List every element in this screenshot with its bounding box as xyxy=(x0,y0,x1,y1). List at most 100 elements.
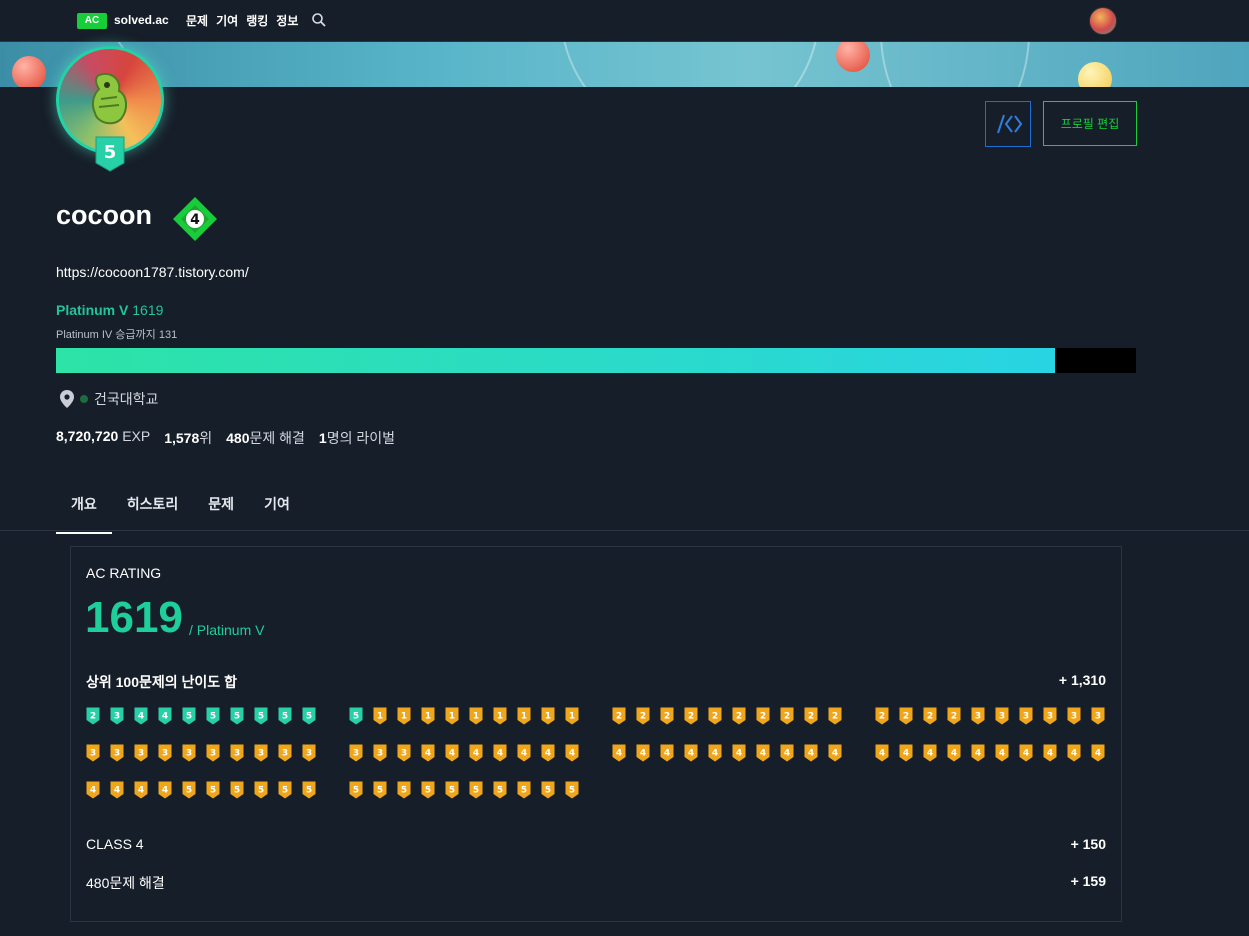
level-badge[interactable]: 2 xyxy=(947,707,961,725)
level-badge[interactable]: 4 xyxy=(110,781,124,799)
level-badge[interactable]: 2 xyxy=(804,707,818,725)
level-badge[interactable]: 4 xyxy=(660,744,674,762)
nav-link-problems[interactable]: 문제 xyxy=(186,12,208,29)
level-badge[interactable]: 3 xyxy=(110,707,124,725)
level-badge[interactable]: 4 xyxy=(493,744,507,762)
level-badge[interactable]: 3 xyxy=(86,744,100,762)
level-badge[interactable]: 3 xyxy=(182,744,196,762)
level-badge[interactable]: 1 xyxy=(517,707,531,725)
level-badge[interactable]: 4 xyxy=(971,744,985,762)
level-badge[interactable]: 1 xyxy=(541,707,555,725)
stat-rivals[interactable]: 1명의 라이벌 xyxy=(319,428,395,448)
level-badge[interactable]: 2 xyxy=(828,707,842,725)
level-badge[interactable]: 4 xyxy=(134,781,148,799)
level-badge[interactable]: 2 xyxy=(899,707,913,725)
level-badge[interactable]: 4 xyxy=(421,744,435,762)
level-badge[interactable]: 3 xyxy=(158,744,172,762)
level-badge[interactable]: 2 xyxy=(732,707,746,725)
level-badge[interactable]: 4 xyxy=(804,744,818,762)
level-badge[interactable]: 2 xyxy=(708,707,722,725)
level-badge[interactable]: 5 xyxy=(206,781,220,799)
level-badge[interactable]: 1 xyxy=(565,707,579,725)
level-badge[interactable]: 1 xyxy=(421,707,435,725)
tab-history[interactable]: 히스토리 xyxy=(112,480,194,534)
level-badge[interactable]: 4 xyxy=(684,744,698,762)
level-badge[interactable]: 5 xyxy=(349,707,363,725)
level-badge[interactable]: 2 xyxy=(86,707,100,725)
level-badge[interactable]: 4 xyxy=(923,744,937,762)
level-badge[interactable]: 4 xyxy=(708,744,722,762)
level-badge[interactable]: 5 xyxy=(302,707,316,725)
level-badge[interactable]: 4 xyxy=(1091,744,1105,762)
level-badge[interactable]: 4 xyxy=(756,744,770,762)
level-badge[interactable]: 3 xyxy=(995,707,1009,725)
level-badge[interactable]: 1 xyxy=(445,707,459,725)
organization[interactable]: 건국대학교 xyxy=(60,389,158,409)
level-badge[interactable]: 4 xyxy=(445,744,459,762)
level-badge[interactable]: 4 xyxy=(158,707,172,725)
level-badge[interactable]: 4 xyxy=(828,744,842,762)
level-badge[interactable]: 4 xyxy=(875,744,889,762)
level-badge[interactable]: 2 xyxy=(660,707,674,725)
level-badge[interactable]: 5 xyxy=(302,781,316,799)
level-badge[interactable]: 3 xyxy=(134,744,148,762)
level-badge[interactable]: 4 xyxy=(899,744,913,762)
level-badge[interactable]: 4 xyxy=(612,744,626,762)
level-badge[interactable]: 4 xyxy=(469,744,483,762)
level-badge[interactable]: 5 xyxy=(445,781,459,799)
level-badge[interactable]: 4 xyxy=(134,707,148,725)
level-badge[interactable]: 4 xyxy=(995,744,1009,762)
level-badge[interactable]: 5 xyxy=(230,707,244,725)
level-badge[interactable]: 2 xyxy=(923,707,937,725)
level-badge[interactable]: 1 xyxy=(469,707,483,725)
level-badge[interactable]: 5 xyxy=(373,781,387,799)
level-badge[interactable]: 2 xyxy=(875,707,889,725)
level-badge[interactable]: 3 xyxy=(1019,707,1033,725)
level-badge[interactable]: 5 xyxy=(182,707,196,725)
tab-contribution[interactable]: 기여 xyxy=(249,480,305,534)
level-badge[interactable]: 3 xyxy=(302,744,316,762)
level-badge[interactable]: 2 xyxy=(780,707,794,725)
level-badge[interactable]: 1 xyxy=(397,707,411,725)
embed-button[interactable] xyxy=(985,101,1031,147)
level-badge[interactable]: 3 xyxy=(397,744,411,762)
level-badge[interactable]: 4 xyxy=(517,744,531,762)
level-badge[interactable]: 3 xyxy=(206,744,220,762)
level-badge[interactable]: 5 xyxy=(230,781,244,799)
level-badge[interactable]: 5 xyxy=(182,781,196,799)
level-badge[interactable]: 4 xyxy=(565,744,579,762)
level-badge[interactable]: 5 xyxy=(421,781,435,799)
level-badge[interactable]: 3 xyxy=(230,744,244,762)
user-avatar[interactable] xyxy=(1089,7,1117,35)
level-badge[interactable]: 3 xyxy=(1067,707,1081,725)
level-badge[interactable]: 5 xyxy=(349,781,363,799)
search-icon[interactable] xyxy=(311,12,327,28)
level-badge[interactable]: 5 xyxy=(397,781,411,799)
level-badge[interactable]: 3 xyxy=(349,744,363,762)
logo-text[interactable]: solved.ac xyxy=(114,13,169,27)
edit-profile-button[interactable]: 프로필 편집 xyxy=(1043,101,1137,146)
level-badge[interactable]: 3 xyxy=(1043,707,1057,725)
level-badge[interactable]: 5 xyxy=(254,707,268,725)
level-badge[interactable]: 5 xyxy=(254,781,268,799)
level-badge[interactable]: 3 xyxy=(971,707,985,725)
level-badge[interactable]: 4 xyxy=(86,781,100,799)
level-badge[interactable]: 3 xyxy=(373,744,387,762)
logo-badge[interactable]: AC xyxy=(77,13,107,29)
level-badge[interactable]: 5 xyxy=(278,781,292,799)
level-badge[interactable]: 3 xyxy=(1091,707,1105,725)
stat-rank[interactable]: 1,578위 xyxy=(164,428,212,448)
level-badge[interactable]: 1 xyxy=(373,707,387,725)
level-badge[interactable]: 2 xyxy=(636,707,650,725)
level-badge[interactable]: 5 xyxy=(541,781,555,799)
nav-link-contribute[interactable]: 기여 xyxy=(216,12,238,29)
level-badge[interactable]: 2 xyxy=(612,707,626,725)
stat-solved[interactable]: 480문제 해결 xyxy=(226,428,305,448)
tab-overview[interactable]: 개요 xyxy=(56,480,112,534)
level-badge[interactable]: 5 xyxy=(517,781,531,799)
level-badge[interactable]: 4 xyxy=(780,744,794,762)
nav-link-ranking[interactable]: 랭킹 xyxy=(246,12,268,29)
blog-link[interactable]: https://cocoon1787.tistory.com/ xyxy=(56,264,249,280)
level-badge[interactable]: 5 xyxy=(278,707,292,725)
level-badge[interactable]: 4 xyxy=(947,744,961,762)
